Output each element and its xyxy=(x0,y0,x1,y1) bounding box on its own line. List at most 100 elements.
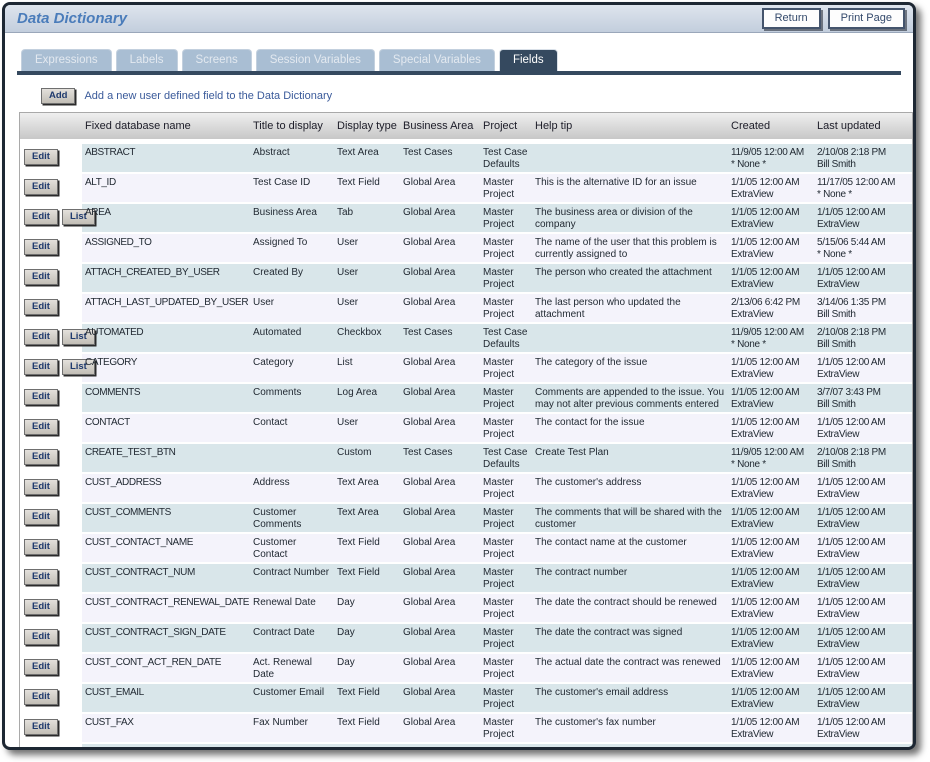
cell-created: 1/1/05 12:00 AMExtraView xyxy=(728,564,814,594)
cell-project: Test Case Defaults xyxy=(480,144,532,174)
edit-button[interactable]: Edit xyxy=(24,419,58,435)
cell-title: Comments xyxy=(250,384,334,414)
cell-help: The contact name at the customer xyxy=(532,534,728,564)
cell-project: Master Project xyxy=(480,534,532,564)
cell-created-line: 1/1/05 12:00 AM xyxy=(731,237,799,248)
cell-type: Text Area xyxy=(334,144,400,174)
cell-title: Contract Date xyxy=(250,624,334,654)
list-button[interactable]: List xyxy=(62,749,95,750)
cell-updated-line: ExtraView xyxy=(817,369,859,380)
edit-button[interactable]: Edit xyxy=(24,329,58,345)
edit-button[interactable]: Edit xyxy=(24,479,58,495)
row-actions: Edit xyxy=(20,534,82,564)
cell-name: ASSIGNED_TO xyxy=(82,234,250,264)
tab-screens[interactable]: Screens xyxy=(182,49,252,71)
cell-name: CATEGORY xyxy=(82,354,250,384)
cell-area: Global Area xyxy=(400,684,480,714)
cell-created: 11/9/05 12:00 AM* None * xyxy=(728,144,814,174)
cell-created: 1/1/05 12:00 AMExtraView xyxy=(728,474,814,504)
edit-button[interactable]: Edit xyxy=(24,599,58,615)
cell-name: CREATE_TEST_BTN xyxy=(82,444,250,474)
row-actions: Edit xyxy=(20,174,82,204)
cell-created-line: ExtraView xyxy=(731,399,773,410)
data-dictionary-window: Data Dictionary Return Print Page Expres… xyxy=(2,2,916,750)
edit-button[interactable]: Edit xyxy=(24,209,58,225)
cell-help: The business area or division of the com… xyxy=(532,204,728,234)
cell-created-line: 1/1/05 12:00 AM xyxy=(731,567,799,578)
cell-title: Customer Email xyxy=(250,684,334,714)
cell-title: Created By xyxy=(250,264,334,294)
cell-updated-line: 1/1/05 12:00 AM xyxy=(817,537,885,548)
table-row: EditABSTRACTAbstractText AreaTest CasesT… xyxy=(20,144,912,174)
print-page-button[interactable]: Print Page xyxy=(828,8,905,29)
add-button[interactable]: Add xyxy=(41,88,75,104)
cell-created-line: 1/1/05 12:00 AM xyxy=(731,687,799,698)
edit-button[interactable]: Edit xyxy=(24,719,58,735)
tab-session-variables[interactable]: Session Variables xyxy=(256,49,375,71)
tab-special-variables[interactable]: Special Variables xyxy=(379,49,495,71)
cell-updated: 3/7/07 3:43 PMBill Smith xyxy=(814,384,912,414)
cell-updated-line: 11/17/05 12:00 AM xyxy=(817,177,895,188)
cell-area: Global Area xyxy=(400,354,480,384)
row-actions: Edit xyxy=(20,234,82,264)
cell-created-line: ExtraView xyxy=(731,249,773,260)
cell-help xyxy=(532,144,728,174)
cell-created-line: ExtraView xyxy=(731,639,773,650)
cell-created-line: ExtraView xyxy=(731,279,773,290)
cell-type: User xyxy=(334,414,400,444)
cell-type: List xyxy=(334,354,400,384)
page-title: Data Dictionary xyxy=(17,10,127,27)
cell-title: Customer Contact xyxy=(250,534,334,564)
tab-fields[interactable]: Fields xyxy=(499,49,558,71)
edit-button[interactable]: Edit xyxy=(24,659,58,675)
tab-labels[interactable]: Labels xyxy=(116,49,178,71)
cell-updated-line: 1/1/05 12:00 AM xyxy=(817,717,885,728)
cell-updated: 1/1/05 12:00 AMExtraView xyxy=(814,414,912,444)
cell-name: CUST_CONTACT_NAME xyxy=(82,534,250,564)
edit-button[interactable]: Edit xyxy=(24,239,58,255)
cell-type: Text Field xyxy=(334,684,400,714)
cell-project: Master Project xyxy=(480,264,532,294)
edit-button[interactable]: Edit xyxy=(24,269,58,285)
cell-created-line: ExtraView xyxy=(731,189,773,200)
cell-created-line: * None * xyxy=(731,459,766,470)
add-description: Add a new user defined field to the Data… xyxy=(84,90,332,102)
column-header-help: Help tip xyxy=(532,113,728,144)
cell-updated: 1/1/05 12:00 AMExtraView xyxy=(814,354,912,384)
row-actions: EditList xyxy=(20,204,82,234)
edit-button[interactable]: Edit xyxy=(24,629,58,645)
cell-created: 1/1/05 12:00 AMExtraView xyxy=(728,354,814,384)
cell-updated-line: ExtraView xyxy=(817,549,859,560)
edit-button[interactable]: Edit xyxy=(24,299,58,315)
cell-project: Master Project xyxy=(480,714,532,744)
edit-button[interactable]: Edit xyxy=(24,569,58,585)
cell-name: CUST_CONTRACT_SIGN_DATE xyxy=(82,624,250,654)
cell-type: Day xyxy=(334,624,400,654)
cell-name: CUST_LIST xyxy=(82,744,250,750)
cell-project: Master Project xyxy=(480,504,532,534)
cell-type: Day xyxy=(334,594,400,624)
cell-created-line: ExtraView xyxy=(731,369,773,380)
edit-button[interactable]: Edit xyxy=(24,359,58,375)
table-row: EditCREATE_TEST_BTNCustomTest CasesTest … xyxy=(20,444,912,474)
edit-button[interactable]: Edit xyxy=(24,509,58,525)
cell-updated: 1/1/05 12:00 AMExtraView xyxy=(814,624,912,654)
row-actions: Edit xyxy=(20,624,82,654)
edit-button[interactable]: Edit xyxy=(24,149,58,165)
cell-help: The customer's address xyxy=(532,474,728,504)
cell-created-line: ExtraView xyxy=(731,729,773,740)
edit-button[interactable]: Edit xyxy=(24,389,58,405)
cell-type: Text Field xyxy=(334,564,400,594)
row-actions: EditList xyxy=(20,744,82,750)
tab-expressions[interactable]: Expressions xyxy=(21,49,112,71)
cell-name: CUST_COMMENTS xyxy=(82,504,250,534)
edit-button[interactable]: Edit xyxy=(24,179,58,195)
cell-name: ATTACH_LAST_UPDATED_BY_USER xyxy=(82,294,250,324)
return-button[interactable]: Return xyxy=(762,8,821,29)
edit-button[interactable]: Edit xyxy=(24,539,58,555)
edit-button[interactable]: Edit xyxy=(24,449,58,465)
cell-updated-line: 2/10/08 2:18 PM xyxy=(817,147,886,158)
edit-button[interactable]: Edit xyxy=(24,689,58,705)
edit-button[interactable]: Edit xyxy=(24,749,58,750)
cell-type: User xyxy=(334,264,400,294)
